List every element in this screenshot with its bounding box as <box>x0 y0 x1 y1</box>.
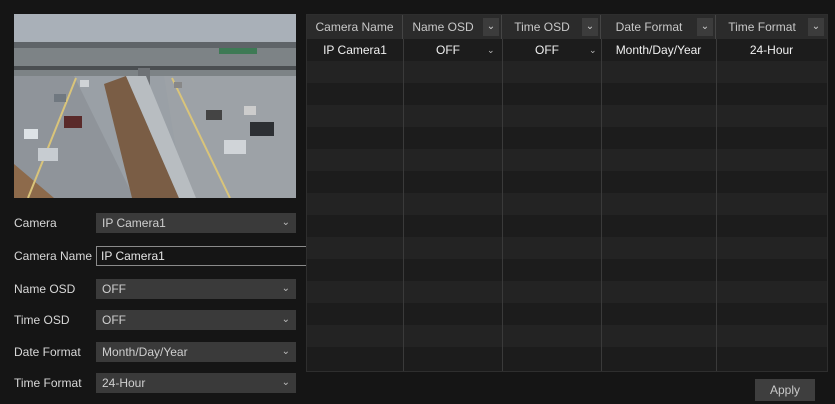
date-format-label: Date Format <box>14 345 81 359</box>
cell-time-format[interactable]: 24-Hour <box>716 39 827 61</box>
camera-name-input[interactable] <box>96 246 308 266</box>
camera-name-row: Camera Name <box>14 245 308 267</box>
time-osd-select[interactable]: OFF ⌄ <box>96 310 296 330</box>
column-divider <box>601 39 602 371</box>
time-osd-row: Time OSD OFF ⌄ <box>14 309 296 331</box>
column-divider <box>716 39 717 371</box>
chevron-down-icon[interactable]: ⌄ <box>589 39 597 61</box>
table-stripe <box>307 149 827 171</box>
column-divider <box>502 39 503 371</box>
column-header-time-osd[interactable]: Time OSD ⌄ <box>502 15 601 39</box>
name-osd-select-value: OFF <box>102 282 126 296</box>
table-body <box>307 39 827 371</box>
column-header-label: Camera Name <box>315 20 394 34</box>
column-header-label: Time Format <box>728 20 796 34</box>
column-header-time-format[interactable]: Time Format ⌄ <box>716 15 827 39</box>
date-format-select-value: Month/Day/Year <box>102 345 188 359</box>
time-osd-label: Time OSD <box>14 313 70 327</box>
time-format-select[interactable]: 24-Hour ⌄ <box>96 373 296 393</box>
chevron-down-icon: ⌄ <box>281 217 290 228</box>
cell-camera-name: IP Camera1 <box>323 43 387 57</box>
chevron-down-icon[interactable]: ⌄ <box>808 18 824 36</box>
camera-name-label: Camera Name <box>14 249 93 263</box>
chevron-down-icon: ⌄ <box>281 314 290 325</box>
table-stripe <box>307 105 827 127</box>
chevron-down-icon: ⌄ <box>281 377 290 388</box>
table-stripe <box>307 325 827 347</box>
cell-time-osd[interactable]: OFF <box>502 39 592 61</box>
column-header-camera-name: Camera Name <box>307 15 403 39</box>
apply-button[interactable]: Apply <box>755 379 815 401</box>
table-stripe <box>307 61 827 83</box>
chevron-down-icon[interactable]: ⌄ <box>697 18 713 36</box>
camera-preview-image <box>14 14 296 198</box>
table-stripe <box>307 193 827 215</box>
column-header-name-osd[interactable]: Name OSD ⌄ <box>403 15 502 39</box>
time-format-label: Time Format <box>14 376 82 390</box>
chevron-down-icon[interactable]: ⌄ <box>483 18 499 36</box>
chevron-down-icon[interactable]: ⌄ <box>582 18 598 36</box>
column-header-label: Time OSD <box>514 20 570 34</box>
name-osd-label: Name OSD <box>14 282 76 296</box>
column-divider <box>403 39 404 371</box>
table-header: Camera Name Name OSD ⌄ Time OSD ⌄ Date F… <box>307 15 827 39</box>
highway-scene <box>14 14 296 198</box>
name-osd-row: Name OSD OFF ⌄ <box>14 278 296 300</box>
camera-select-value: IP Camera1 <box>102 216 166 230</box>
time-format-row: Time Format 24-Hour ⌄ <box>14 372 296 394</box>
name-osd-select[interactable]: OFF ⌄ <box>96 279 296 299</box>
cell-date-format[interactable]: Month/Day/Year <box>601 39 716 61</box>
chevron-down-icon: ⌄ <box>281 346 290 357</box>
table-stripe <box>307 281 827 303</box>
camera-label: Camera <box>14 216 57 230</box>
column-header-label: Name OSD <box>412 20 474 34</box>
camera-row: Camera IP Camera1 ⌄ <box>14 212 296 234</box>
table-stripe <box>307 237 827 259</box>
column-header-date-format[interactable]: Date Format ⌄ <box>601 15 716 39</box>
chevron-down-icon[interactable]: ⌄ <box>487 39 495 61</box>
time-osd-select-value: OFF <box>102 313 126 327</box>
camera-select[interactable]: IP Camera1 ⌄ <box>96 213 296 233</box>
date-format-row: Date Format Month/Day/Year ⌄ <box>14 341 296 363</box>
table-row[interactable]: IP Camera1 OFF ⌄ OFF ⌄ Month/Day/Year 24… <box>307 39 827 61</box>
cell-name-osd[interactable]: OFF <box>403 39 493 61</box>
chevron-down-icon: ⌄ <box>281 283 290 294</box>
osd-settings-table: Camera Name Name OSD ⌄ Time OSD ⌄ Date F… <box>306 14 828 372</box>
column-header-label: Date Format <box>615 20 683 34</box>
date-format-select[interactable]: Month/Day/Year ⌄ <box>96 342 296 362</box>
time-format-select-value: 24-Hour <box>102 376 146 390</box>
